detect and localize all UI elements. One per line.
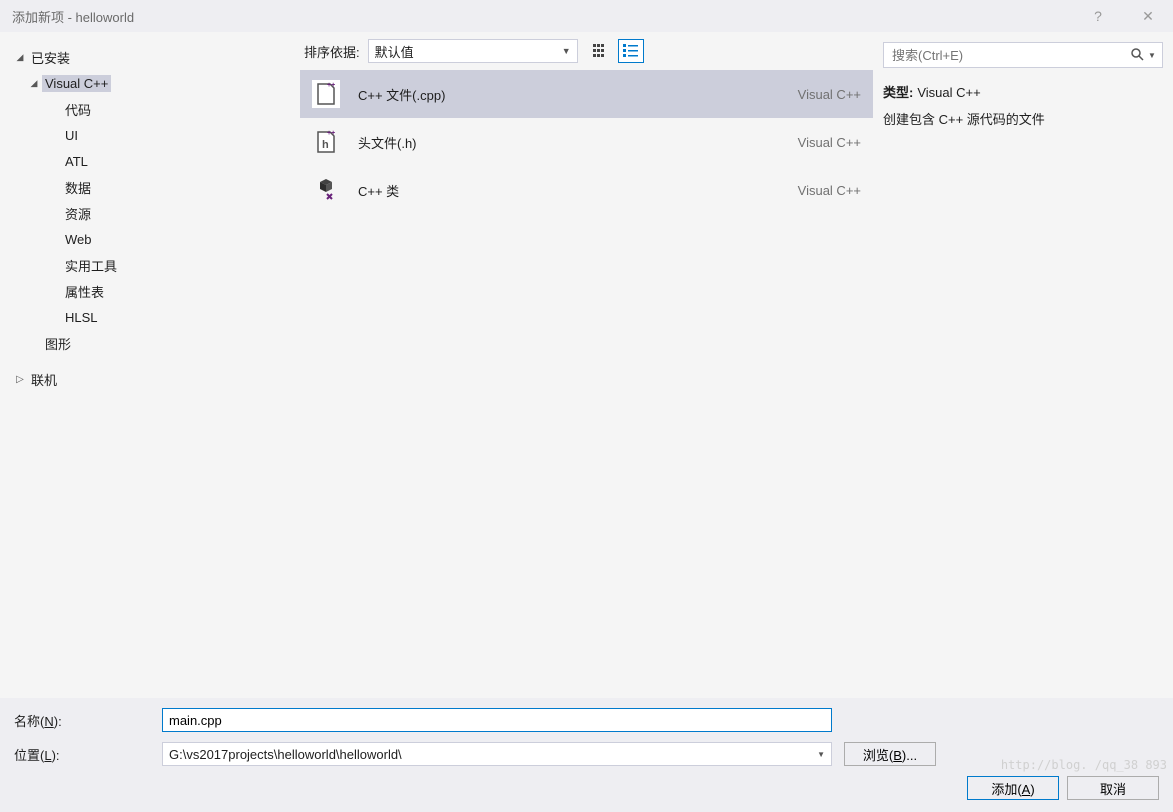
chevron-down-icon[interactable] [26, 78, 42, 89]
browse-button[interactable]: 浏览(B)... [844, 742, 936, 766]
search-box[interactable]: ▼ [883, 42, 1163, 68]
tree-item-data[interactable]: 数据 [4, 174, 300, 200]
add-button[interactable]: 添加(A) [967, 776, 1059, 800]
tree-item-hlsl[interactable]: HLSL [4, 304, 300, 330]
tree-item-props[interactable]: 属性表 [4, 278, 300, 304]
template-list: ++ C++ 文件(.cpp) Visual C++ h++ 头文件(.h) V… [300, 66, 873, 700]
svg-text:h: h [322, 139, 329, 151]
name-label: 名称(N): [14, 711, 162, 730]
cancel-button[interactable]: 取消 [1067, 776, 1159, 800]
tree-item-utility[interactable]: 实用工具 [4, 252, 300, 278]
template-cpp-file[interactable]: ++ C++ 文件(.cpp) Visual C++ [300, 70, 873, 118]
list-icon [623, 44, 639, 58]
tree-item-resource[interactable]: 资源 [4, 200, 300, 226]
tree-item-web[interactable]: Web [4, 226, 300, 252]
tree-item-atl[interactable]: ATL [4, 148, 300, 174]
view-tiles-button[interactable] [588, 39, 614, 63]
sort-label: 排序依据: [304, 42, 360, 61]
sort-toolbar: 排序依据: 默认值 ▼ [300, 32, 873, 66]
tiles-icon [593, 44, 609, 58]
tree-item-ui[interactable]: UI [4, 122, 300, 148]
chevron-down-icon: ▼ [562, 46, 571, 56]
tree-online[interactable]: 联机 [4, 366, 300, 392]
help-button[interactable]: ? [1083, 8, 1113, 24]
tree-graphics[interactable]: 图形 [4, 330, 300, 356]
info-panel: ▼ 类型:Visual C++ 创建包含 C++ 源代码的文件 [873, 32, 1173, 700]
window-title: 添加新项 - helloworld [12, 7, 1083, 26]
category-sidebar: 已安装 Visual C++ 代码 UI ATL 数据 资源 Web 实用工具 … [0, 32, 300, 700]
chevron-right-icon[interactable] [12, 374, 28, 385]
header-file-icon: h ++ [310, 126, 342, 158]
titlebar: 添加新项 - helloworld ? ✕ [0, 0, 1173, 32]
close-button[interactable]: ✕ [1133, 8, 1163, 25]
search-icon[interactable] [1128, 47, 1146, 64]
location-label: 位置(L): [14, 745, 162, 764]
location-dropdown[interactable]: G:\vs2017projects\helloworld\helloworld\… [162, 742, 832, 766]
chevron-down-icon[interactable] [12, 52, 28, 63]
cpp-class-icon [310, 174, 342, 206]
search-input[interactable] [892, 48, 1128, 63]
view-list-button[interactable] [618, 39, 644, 63]
info-description: 创建包含 C++ 源代码的文件 [883, 109, 1163, 128]
info-type: 类型:Visual C++ [883, 82, 1163, 101]
svg-text:++: ++ [327, 82, 335, 89]
tree-visualcpp[interactable]: Visual C++ [4, 70, 300, 96]
svg-text:++: ++ [327, 130, 335, 137]
tree-item-code[interactable]: 代码 [4, 96, 300, 122]
chevron-down-icon: ▼ [817, 750, 825, 759]
tree-installed[interactable]: 已安装 [4, 44, 300, 70]
template-header-file[interactable]: h++ 头文件(.h) Visual C++ [300, 118, 873, 166]
sort-dropdown[interactable]: 默认值 ▼ [368, 39, 578, 63]
template-cpp-class[interactable]: C++ 类 Visual C++ [300, 166, 873, 214]
chevron-down-icon[interactable]: ▼ [1146, 51, 1158, 60]
name-input[interactable] [162, 708, 832, 732]
bottom-form: 名称(N): 位置(L): G:\vs2017projects\hellowor… [0, 698, 1173, 812]
cpp-file-icon: ++ [310, 78, 342, 110]
